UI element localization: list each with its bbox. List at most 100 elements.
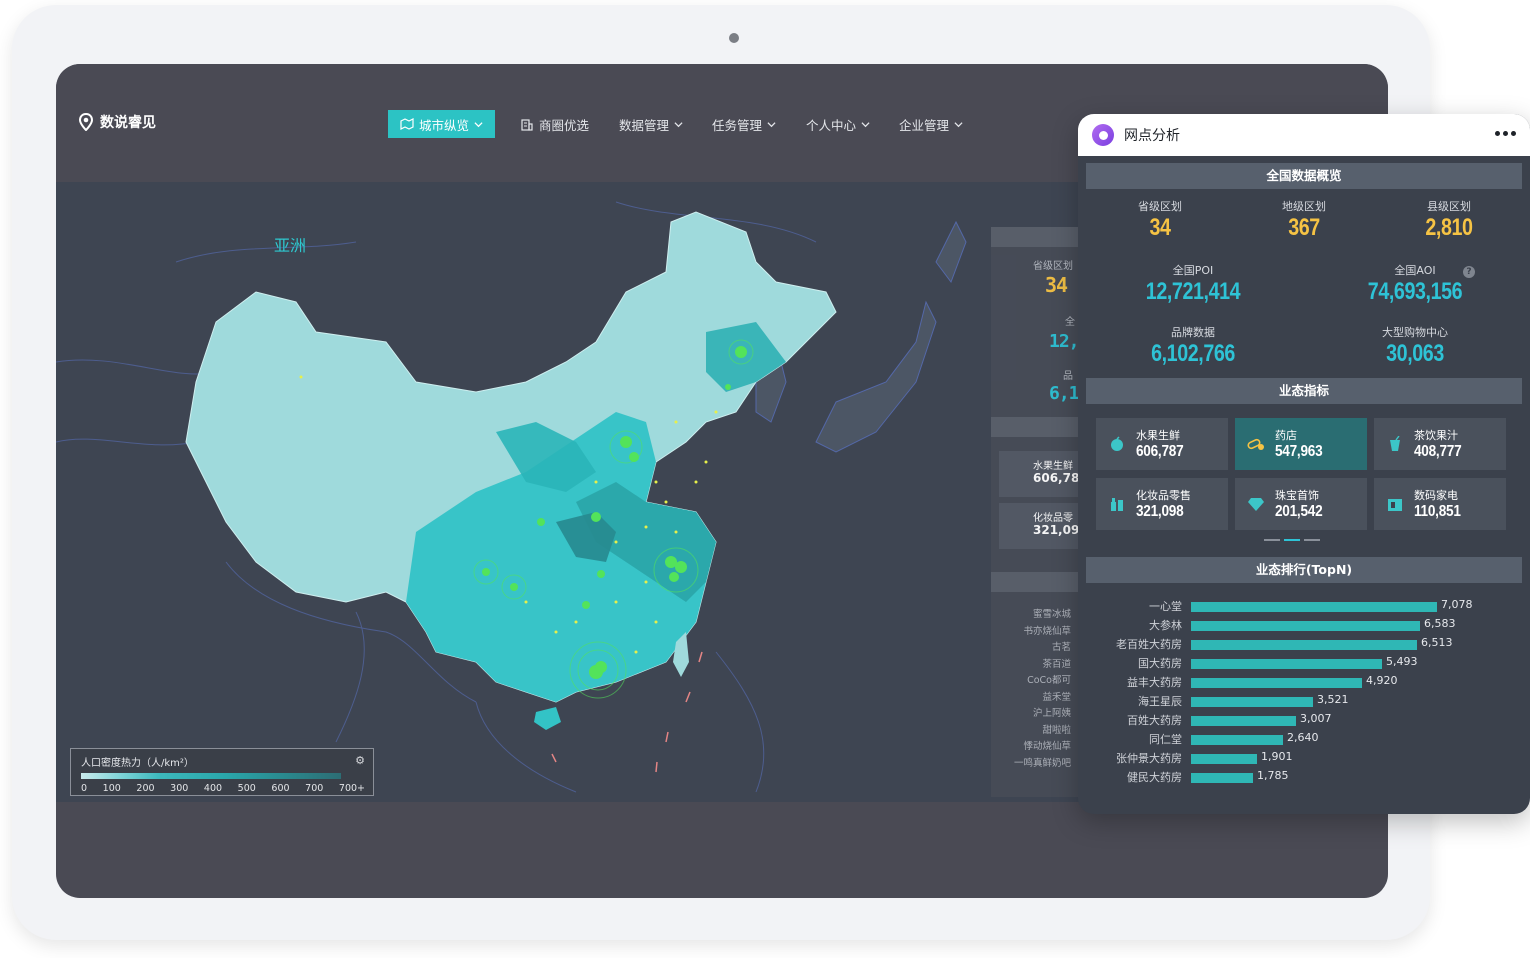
ranking-value: 6,513 bbox=[1421, 636, 1453, 649]
nav-label: 城市纵览 bbox=[419, 117, 470, 133]
ranking-row[interactable]: 国大药房 5,493 bbox=[1078, 655, 1530, 674]
format-value: 110,851 bbox=[1414, 503, 1461, 520]
ranking-row[interactable]: 一心堂 7,078 bbox=[1078, 598, 1530, 617]
ranking-name: 百姓大药房 bbox=[1127, 714, 1182, 727]
format-name: 珠宝首饰 bbox=[1275, 489, 1319, 502]
app-logo[interactable]: 数说睿见 bbox=[78, 112, 156, 132]
ghost-label: 省级区划 bbox=[1033, 261, 1073, 272]
ghost-rank-name: 悸动烧仙草 bbox=[1023, 741, 1071, 752]
help-icon[interactable]: ? bbox=[1463, 266, 1475, 278]
format-card-fruit[interactable]: 水果生鲜 606,787 bbox=[1096, 418, 1228, 470]
nav-business-district[interactable]: 商圈优选 bbox=[520, 110, 589, 138]
ghost-label: 全 bbox=[1065, 317, 1075, 328]
ranking-value: 3,521 bbox=[1317, 693, 1349, 706]
ranking-value: 1,901 bbox=[1261, 750, 1293, 763]
format-value: 321,098 bbox=[1136, 503, 1184, 520]
map-icon bbox=[400, 118, 414, 130]
ranking-name: 健民大药房 bbox=[1127, 771, 1182, 784]
nav-label: 企业管理 bbox=[899, 117, 950, 133]
outlet-analysis-panel: 网点分析 全国数据概览 省级区划 34 地级区划 367 县级区划 2,810 … bbox=[1078, 114, 1530, 814]
overview-section-title: 全国数据概览 bbox=[1086, 163, 1522, 189]
ranking-row[interactable]: 海王星辰 3,521 bbox=[1078, 693, 1530, 712]
format-value: 606,787 bbox=[1136, 443, 1184, 460]
ranking-bar bbox=[1191, 621, 1420, 631]
ghost-label: 品 bbox=[1063, 371, 1073, 382]
chevron-down-icon bbox=[474, 121, 483, 127]
legend-tick: 700+ bbox=[338, 783, 365, 794]
ranking-name: 一心堂 bbox=[1149, 600, 1182, 613]
ranking-value: 1,785 bbox=[1257, 769, 1289, 782]
panel-title: 网点分析 bbox=[1124, 128, 1180, 144]
logo-text: 数说睿见 bbox=[100, 115, 156, 131]
ranking-row[interactable]: 老百姓大药房 6,513 bbox=[1078, 636, 1530, 655]
ghost-rank-name: 一鸣真鲜奶吧 bbox=[1013, 757, 1071, 769]
panel-header: 网点分析 bbox=[1078, 114, 1530, 156]
format-card-pharmacy[interactable]: 药店 547,963 bbox=[1235, 418, 1367, 470]
legend-tick: 600 bbox=[271, 783, 290, 794]
ghost-card: 化妆品零 321,098 bbox=[999, 503, 1088, 549]
ghost-value: 34 bbox=[1045, 273, 1068, 297]
gear-icon[interactable]: ⚙ bbox=[355, 754, 365, 767]
fruit-icon bbox=[1108, 435, 1126, 453]
ranking-bar bbox=[1191, 754, 1257, 764]
ranking-row[interactable]: 健民大药房 1,785 bbox=[1078, 769, 1530, 788]
format-name: 茶饮果汁 bbox=[1414, 429, 1458, 442]
ranking-bar bbox=[1191, 640, 1417, 650]
ghost-rank-name: 古茗 bbox=[1051, 642, 1071, 653]
ranking-value: 4,920 bbox=[1366, 674, 1398, 687]
ghost-card-name: 化妆品零 bbox=[1033, 513, 1073, 524]
ghost-rank-name: 沪上阿姨 bbox=[1032, 708, 1071, 719]
format-value: 201,542 bbox=[1275, 503, 1323, 520]
legend-gradient bbox=[81, 773, 341, 779]
carousel-pager[interactable] bbox=[1264, 539, 1320, 541]
format-name: 药店 bbox=[1275, 429, 1297, 442]
legend-tick: 300 bbox=[170, 783, 189, 794]
ranking-value: 6,583 bbox=[1424, 617, 1456, 630]
camera-dot bbox=[729, 33, 739, 43]
format-card-drinks[interactable]: 茶饮果汁 408,777 bbox=[1374, 418, 1506, 470]
format-card-appliances[interactable]: 数码家电 110,851 bbox=[1374, 478, 1506, 530]
nav-task-management[interactable]: 任务管理 bbox=[712, 110, 776, 138]
stat-label: 地级区划 bbox=[1282, 200, 1326, 213]
nav-city-overview[interactable]: 城市纵览 bbox=[388, 110, 496, 138]
format-card-jewelry[interactable]: 珠宝首饰 201,542 bbox=[1235, 478, 1367, 530]
ranking-bar bbox=[1191, 716, 1296, 726]
ghost-rank-name: 甜啦啦 bbox=[1042, 724, 1071, 736]
ranking-section-title: 业态排行(TopN) bbox=[1086, 557, 1522, 583]
ranking-row[interactable]: 张仲景大药房 1,901 bbox=[1078, 750, 1530, 769]
more-icon[interactable] bbox=[1495, 131, 1516, 136]
ghost-card-name: 水果生鲜 bbox=[1033, 461, 1073, 472]
stat-label: 大型购物中心 bbox=[1382, 326, 1448, 339]
nav-personal-center[interactable]: 个人中心 bbox=[806, 110, 870, 138]
stat-value: 74,693,156 bbox=[1367, 278, 1463, 305]
pager-dot[interactable] bbox=[1284, 539, 1300, 541]
ghost-rank-name: 蜜雪冰城 bbox=[1032, 609, 1071, 620]
ranking-bar bbox=[1191, 602, 1437, 612]
ghost-rank-name: 茶百道 bbox=[1042, 658, 1071, 670]
nav-enterprise-management[interactable]: 企业管理 bbox=[899, 110, 963, 138]
ghost-rank-name: CoCo都可 bbox=[1027, 675, 1071, 686]
ranking-row[interactable]: 同仁堂 2,640 bbox=[1078, 731, 1530, 750]
legend-tick: 0 bbox=[81, 783, 88, 794]
ghost-ranking: 蜜雪冰城 书亦烧仙草 古茗 茶百道 CoCo都可 益禾堂 沪上阿姨 甜啦啦 悸动… bbox=[991, 607, 1071, 772]
legend-ticks: 0 100 200 300 400 500 600 700 700+ bbox=[81, 783, 365, 794]
nav-label: 数据管理 bbox=[619, 117, 670, 133]
stat-label: 省级区划 bbox=[1138, 200, 1182, 213]
ranking-row[interactable]: 益丰大药房 4,920 bbox=[1078, 674, 1530, 693]
cosmetics-icon bbox=[1108, 495, 1126, 513]
diamond-icon bbox=[1247, 495, 1265, 513]
nav-data-management[interactable]: 数据管理 bbox=[619, 110, 683, 138]
ranking-bar bbox=[1191, 678, 1362, 688]
format-card-cosmetics[interactable]: 化妆品零售 321,098 bbox=[1096, 478, 1228, 530]
ranking-row[interactable]: 大参林 6,583 bbox=[1078, 617, 1530, 636]
stat-value: 12,721,414 bbox=[1145, 278, 1241, 305]
legend-tick: 100 bbox=[102, 783, 121, 794]
ranking-name: 益丰大药房 bbox=[1127, 676, 1182, 689]
pager-dot[interactable] bbox=[1304, 539, 1320, 541]
stat-value: 6,102,766 bbox=[1151, 340, 1235, 367]
ranking-bar bbox=[1191, 773, 1253, 783]
ranking-bar bbox=[1191, 697, 1313, 707]
pager-dot[interactable] bbox=[1264, 539, 1280, 541]
ranking-row[interactable]: 百姓大药房 3,007 bbox=[1078, 712, 1530, 731]
ghost-card: 水果生鲜 606,787 bbox=[999, 451, 1088, 497]
